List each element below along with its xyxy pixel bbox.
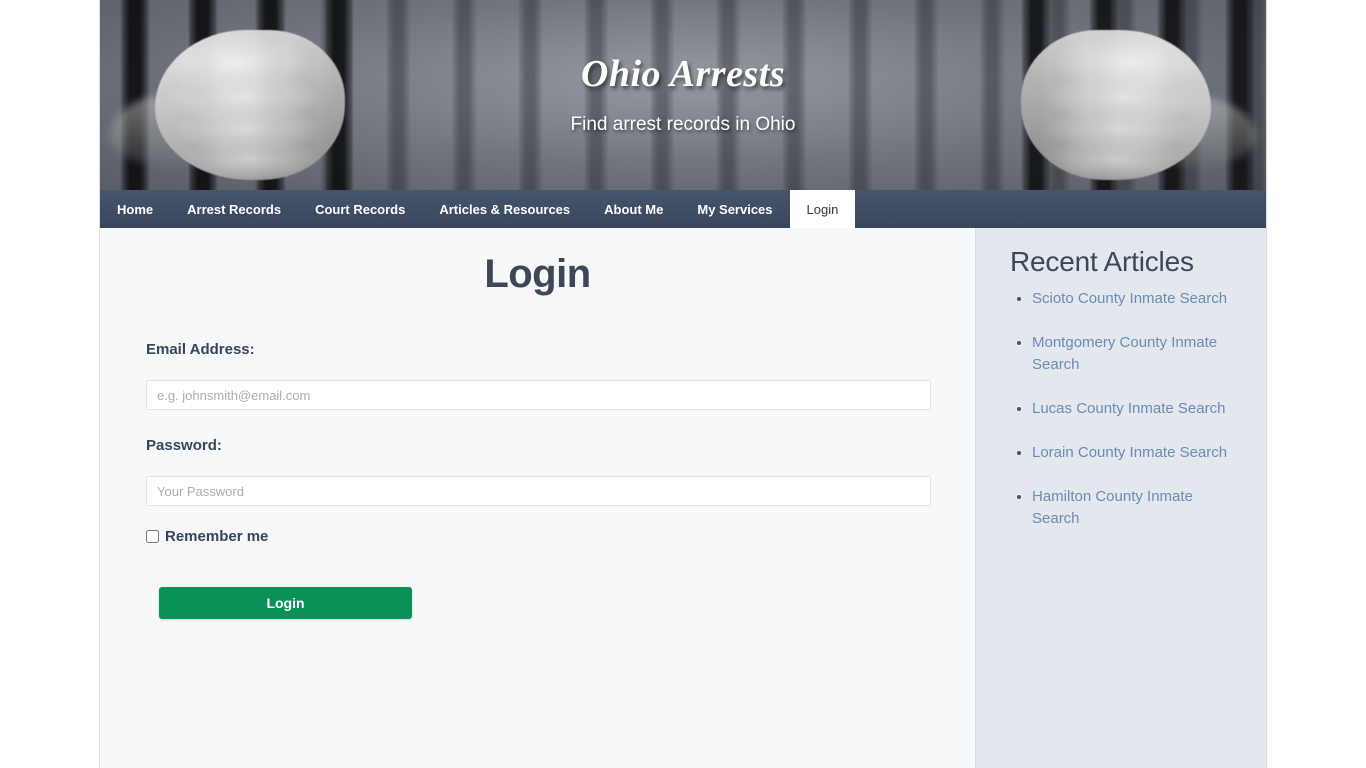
sidebar: Recent Articles Scioto County Inmate Sea… — [975, 228, 1266, 768]
password-field[interactable] — [146, 476, 931, 506]
login-submit-button[interactable]: Login — [159, 587, 412, 619]
content-wrapper: Login Email Address: Password: Remember … — [100, 228, 1266, 768]
list-item: Scioto County Inmate Search — [1032, 288, 1244, 311]
nav-item-court-records[interactable]: Court Records — [298, 190, 422, 228]
hero-banner: Ohio Arrests Find arrest records in Ohio — [100, 0, 1266, 190]
nav-item-login[interactable]: Login — [789, 190, 856, 228]
login-form: Email Address: Password: Remember me Log… — [100, 341, 975, 619]
recent-articles-heading: Recent Articles — [1010, 246, 1194, 277]
nav-item-articles-resources[interactable]: Articles & Resources — [422, 190, 587, 228]
main-content: Login Email Address: Password: Remember … — [100, 228, 975, 768]
hero-text-block: Ohio Arrests Find arrest records in Ohio — [100, 0, 1266, 190]
remember-me-row: Remember me — [146, 528, 929, 545]
nav-item-about-me[interactable]: About Me — [587, 190, 680, 228]
recent-article-link[interactable]: Lorain County Inmate Search — [1032, 444, 1227, 461]
nav-item-arrest-records[interactable]: Arrest Records — [170, 190, 298, 228]
site-title: Ohio Arrests — [580, 53, 786, 95]
recent-articles-list: Scioto County Inmate Search Montgomery Co… — [1010, 288, 1244, 531]
email-label: Email Address: — [146, 341, 255, 358]
nav-item-home[interactable]: Home — [100, 190, 170, 228]
list-item: Montgomery County Inmate Search — [1032, 332, 1244, 377]
site-tagline: Find arrest records in Ohio — [570, 114, 796, 135]
site-container: Ohio Arrests Find arrest records in Ohio… — [99, 0, 1267, 768]
recent-article-link[interactable]: Scioto County Inmate Search — [1032, 290, 1227, 307]
recent-article-link[interactable]: Lucas County Inmate Search — [1032, 400, 1225, 417]
email-field[interactable] — [146, 380, 931, 410]
recent-article-link[interactable]: Hamilton County Inmate Search — [1032, 488, 1193, 528]
recent-article-link[interactable]: Montgomery County Inmate Search — [1032, 334, 1217, 374]
remember-me-label[interactable]: Remember me — [165, 528, 268, 545]
main-navigation: Home Arrest Records Court Records Articles … — [100, 190, 1266, 228]
password-label: Password: — [146, 437, 222, 454]
list-item: Lucas County Inmate Search — [1032, 398, 1244, 421]
page-root: Ohio Arrests Find arrest records in Ohio… — [0, 0, 1366, 768]
list-item: Hamilton County Inmate Search — [1032, 486, 1244, 531]
nav-item-my-services[interactable]: My Services — [680, 190, 789, 228]
page-title: Login — [484, 252, 591, 296]
remember-me-checkbox[interactable] — [146, 530, 159, 543]
list-item: Lorain County Inmate Search — [1032, 442, 1244, 465]
submit-row: Login — [146, 587, 929, 619]
